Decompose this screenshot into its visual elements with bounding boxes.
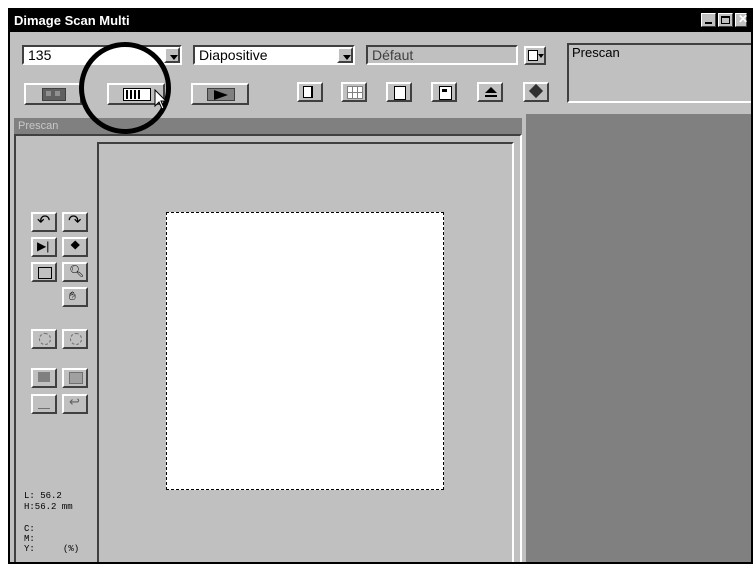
hand-icon: ✋︎ xyxy=(69,289,76,303)
brightness-icon xyxy=(39,333,51,345)
grid-button[interactable] xyxy=(341,82,367,102)
eject-button[interactable] xyxy=(477,82,503,102)
list-icon xyxy=(528,50,538,61)
brightness-icon xyxy=(70,333,82,345)
settings-menu-button[interactable] xyxy=(524,46,546,65)
rotate-left-button[interactable]: ↶ xyxy=(31,212,57,232)
eject-icon xyxy=(485,87,497,93)
close-icon: ✕ xyxy=(738,12,749,26)
rotate-right-icon: ↷ xyxy=(68,213,82,230)
frame-icon xyxy=(38,267,52,279)
save-icon xyxy=(439,86,452,100)
grid-icon xyxy=(69,372,83,384)
status-label: Prescan xyxy=(572,45,620,60)
flip-horizontal-icon: ▶| xyxy=(37,239,50,253)
flip-vertical-button[interactable]: ⯁ xyxy=(62,237,88,257)
index-scan-button[interactable] xyxy=(24,83,82,105)
auto-exposure-button[interactable] xyxy=(62,329,88,349)
title-bar[interactable]: Dimage Scan Multi ✕ xyxy=(10,10,751,32)
crop-auto-button[interactable] xyxy=(297,82,323,102)
chevron-down-icon xyxy=(538,54,544,58)
film-type-select[interactable]: Diapositive xyxy=(193,45,355,65)
setting-value: Défaut xyxy=(372,47,414,63)
pan-button[interactable]: ✋︎ xyxy=(62,287,88,307)
film-strip-icon xyxy=(42,88,66,101)
exposure-button[interactable] xyxy=(31,329,57,349)
adjust-icon xyxy=(38,372,50,382)
close-button[interactable]: ✕ xyxy=(735,12,749,27)
book-icon xyxy=(528,83,544,99)
undo-icon: ↩ xyxy=(69,394,80,409)
variations-button[interactable] xyxy=(62,368,88,388)
magenta-readout: M: xyxy=(24,534,35,544)
frame-select-button[interactable] xyxy=(31,262,57,282)
rotate-right-button[interactable]: ↷ xyxy=(62,212,88,232)
crop-frame[interactable] xyxy=(166,212,444,490)
chevron-down-icon[interactable] xyxy=(337,47,353,63)
rotate-left-icon: ↶ xyxy=(37,213,51,230)
play-icon xyxy=(207,88,235,101)
histogram-icon xyxy=(38,402,50,409)
prescan-panel-title: Prescan xyxy=(14,118,522,134)
yellow-readout: Y: xyxy=(24,544,35,554)
maximize-button[interactable] xyxy=(718,13,733,27)
grid-icon xyxy=(347,86,363,99)
color-balance-button[interactable] xyxy=(31,368,57,388)
minimize-button[interactable] xyxy=(701,13,716,27)
status-box: Prescan xyxy=(567,43,751,103)
zoom-button[interactable]: 🔍︎ xyxy=(62,262,88,282)
window-title: Dimage Scan Multi xyxy=(14,13,130,28)
scan-button[interactable] xyxy=(191,83,249,105)
film-format-value: 135 xyxy=(28,47,52,63)
cyan-readout: C: xyxy=(24,524,35,534)
highlight-circle xyxy=(79,42,171,134)
percent-unit: (%) xyxy=(63,544,80,554)
minimize-icon xyxy=(705,22,712,24)
height-readout: H:56.2 mm xyxy=(24,502,73,512)
setting-field: Défaut xyxy=(366,45,518,65)
film-type-value: Diapositive xyxy=(199,47,268,63)
chevron-down-icon[interactable] xyxy=(164,47,180,63)
document-icon xyxy=(394,86,406,100)
document-button[interactable] xyxy=(386,82,412,102)
save-button[interactable] xyxy=(431,82,457,102)
help-button[interactable] xyxy=(523,82,549,102)
workspace-background xyxy=(526,114,751,562)
flip-vertical-icon: ⯁ xyxy=(70,238,81,253)
length-readout: L: 56.2 xyxy=(24,491,62,501)
flip-horizontal-button[interactable]: ▶| xyxy=(31,237,57,257)
histogram-button[interactable] xyxy=(31,394,57,414)
mouse-cursor-icon xyxy=(154,89,168,110)
magnifier-icon: 🔍︎ xyxy=(69,264,85,278)
maximize-icon xyxy=(721,16,730,24)
undo-button[interactable]: ↩ xyxy=(62,394,88,414)
